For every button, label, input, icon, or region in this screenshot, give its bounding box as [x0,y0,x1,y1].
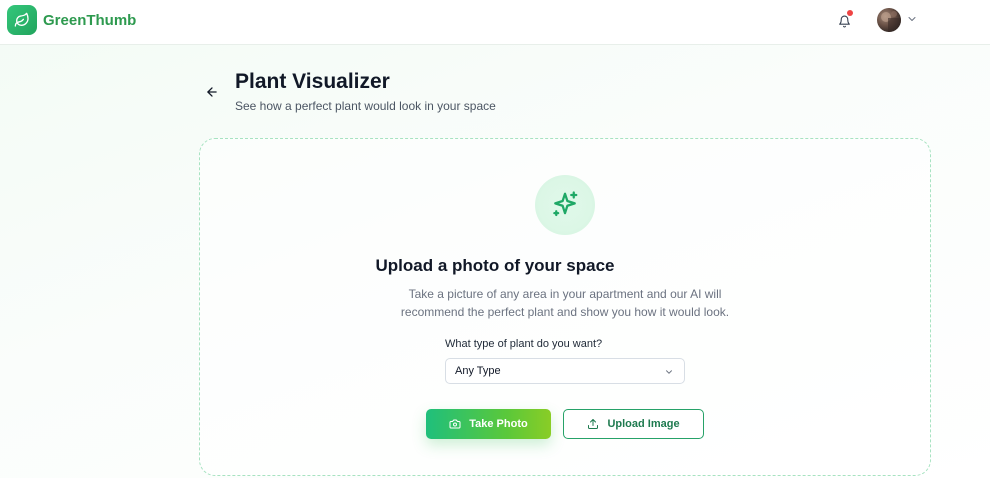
take-photo-button[interactable]: Take Photo [426,409,551,439]
notification-badge [847,10,853,16]
upload-title: Upload a photo of your space [375,256,615,275]
chevron-down-icon [664,367,674,377]
page-title: Plant Visualizer [235,70,390,93]
sparkles-icon [553,191,578,217]
bell-icon [838,15,850,27]
avatar[interactable] [877,8,901,32]
upload-icon [588,419,599,429]
upload-image-button[interactable]: Upload Image [563,409,704,439]
upload-image-label: Upload Image [607,418,680,430]
logo[interactable] [7,5,37,35]
camera-icon [449,419,461,429]
chevron-down-icon [908,17,916,21]
page-subtitle: See how a perfect plant would look in yo… [235,99,496,113]
upload-description: Take a picture of any area in your apart… [400,287,730,319]
plant-type-select[interactable]: Any Type [445,358,685,384]
brand-name[interactable]: GreenThumb [43,12,136,29]
back-button[interactable] [205,85,221,99]
plant-type-value: Any Type [455,365,501,377]
arrow-left-icon [207,87,217,97]
take-photo-label: Take Photo [469,418,528,430]
avatar-menu-toggle[interactable] [906,13,918,25]
leaf-icon [14,12,29,27]
plant-type-label: What type of plant do you want? [445,338,603,350]
sparkles-badge [535,175,595,235]
top-navigation-bar: GreenThumb [0,0,990,45]
